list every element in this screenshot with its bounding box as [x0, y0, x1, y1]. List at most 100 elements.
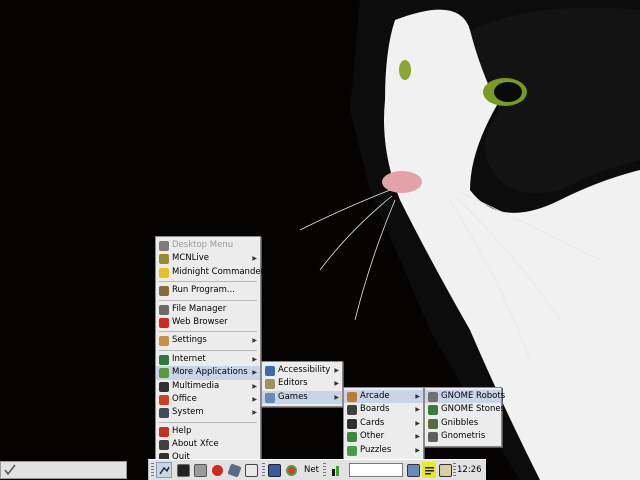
pen-icon: [226, 462, 242, 478]
network-launcher[interactable]: [267, 462, 281, 478]
submenu-arrow-icon: ▶: [252, 255, 257, 263]
menu-separator: [159, 349, 257, 351]
file-manager-icon: [159, 304, 169, 315]
submenu-arrow-icon: ▶: [252, 355, 257, 363]
desktop-menu-item-mcnlive[interactable]: MCNLive ▶: [156, 252, 260, 265]
web-browser-launcher[interactable]: [210, 462, 224, 478]
desktop-menu-item-settings[interactable]: Settings ▶: [156, 334, 260, 347]
arcade-item-gnometris[interactable]: Gnometris: [425, 430, 501, 443]
submenu-arrow-icon: ▶: [252, 409, 257, 417]
globe-icon: [159, 354, 169, 365]
games-item-boards[interactable]: Boards ▶: [344, 403, 423, 416]
menu-item-label: GNOME Stones: [441, 404, 506, 415]
desktop-menu-item-more-applications[interactable]: More Applications ▶: [156, 366, 260, 380]
remote-launcher[interactable]: [284, 462, 298, 478]
menu-item-label: MCNLive: [172, 253, 209, 264]
menu-separator: [159, 421, 257, 423]
games-item-other[interactable]: Other ▶: [344, 430, 423, 443]
command-entry-input[interactable]: [349, 463, 403, 477]
panel-separator: [262, 463, 265, 477]
games-icon: [265, 392, 275, 403]
menu-item-label: Midnight Commander: [172, 266, 265, 277]
desktop-menu-item-system[interactable]: System ▶: [156, 406, 260, 419]
arcade-item-gnome-robots[interactable]: GNOME Robots: [425, 390, 505, 404]
arcade-submenu: GNOME Robots GNOME Stones Gnibbles Gnometri…: [424, 387, 505, 447]
games-item-puzzles[interactable]: Puzzles ▶: [344, 444, 423, 457]
opera-icon: [211, 464, 223, 476]
clipboard-button[interactable]: [438, 462, 452, 478]
desktop-menu-item-multimedia[interactable]: Multimedia ▶: [156, 380, 260, 393]
other-icon: [347, 432, 357, 443]
notes-icon: [424, 466, 434, 474]
web-browser-icon: [159, 317, 169, 328]
desktop-wallpaper: [0, 0, 640, 480]
xfce-menu-button[interactable]: [156, 462, 172, 478]
run-icon: [159, 286, 169, 297]
arcade-item-gnome-stones[interactable]: GNOME Stones: [425, 403, 505, 416]
desktop-menu-item-internet[interactable]: Internet ▶: [156, 353, 260, 366]
panel-separator: [453, 463, 456, 477]
leaf-icon: [159, 254, 169, 265]
desktop-menu-item-office[interactable]: Office ▶: [156, 393, 260, 406]
mail-icon: [406, 463, 420, 477]
menu-separator: [159, 331, 257, 333]
desktop-menu-item-help[interactable]: Help: [156, 425, 260, 438]
desktop-menu-item-run-program[interactable]: Run Program...: [156, 284, 260, 297]
submenu-arrow-icon: ▶: [415, 419, 420, 427]
menu-item-label: Run Program...: [172, 285, 235, 296]
submenu-arrow-icon: ▶: [252, 382, 257, 390]
arcade-item-gnibbles[interactable]: Gnibbles: [425, 417, 501, 430]
submenu-arrow-icon: ▶: [334, 380, 339, 388]
more-apps-item-editors[interactable]: Editors ▶: [262, 377, 342, 390]
left-panel: [0, 461, 127, 479]
panel-grip-handle[interactable]: [151, 463, 154, 477]
menu-item-label: Accessibility: [278, 365, 331, 375]
desktop-menu-item-web-browser[interactable]: Web Browser: [156, 316, 260, 329]
multimedia-icon: [159, 381, 169, 392]
menu-item-label: Gnometris: [441, 431, 486, 442]
editor-launcher[interactable]: [226, 462, 242, 478]
games-item-arcade[interactable]: Arcade ▶: [344, 390, 423, 404]
about-icon: [159, 440, 169, 451]
more-apps-item-games[interactable]: Games ▶: [262, 390, 342, 405]
more-applications-submenu: Accessibility ▶ Editors ▶ Games ▶: [261, 361, 343, 408]
editors-icon: [265, 379, 275, 390]
desktop-menu-item-about-xfce[interactable]: About Xfce: [156, 438, 260, 451]
desktop-menu-item-file-manager[interactable]: File Manager: [156, 303, 260, 316]
submenu-arrow-icon: ▶: [252, 369, 257, 377]
clock[interactable]: 12:26: [457, 463, 482, 478]
menu-item-label: Settings: [172, 335, 207, 346]
games-item-cards[interactable]: Cards ▶: [344, 417, 423, 430]
cards-icon: [347, 418, 357, 429]
show-desktop-button[interactable]: [4, 464, 16, 476]
notes-button[interactable]: [422, 462, 436, 478]
menu-item-label: Desktop Menu: [172, 240, 234, 250]
submenu-arrow-icon: ▶: [334, 393, 339, 401]
smiley-icon: [159, 267, 169, 278]
menu-item-label: Boards: [360, 404, 390, 415]
more-apps-item-accessibility[interactable]: Accessibility ▶: [262, 364, 342, 377]
file-manager-launcher[interactable]: [193, 462, 207, 478]
menu-separator: [159, 281, 257, 283]
submenu-arrow-icon: ▶: [415, 406, 420, 414]
accessibility-icon: [265, 366, 275, 376]
stones-icon: [428, 405, 438, 416]
terminal-launcher[interactable]: [176, 462, 190, 478]
net-monitor-label: Net: [304, 465, 319, 475]
puzzles-icon: [347, 445, 357, 456]
utility-launcher[interactable]: [244, 462, 258, 478]
document-icon: [244, 463, 258, 477]
main-panel: Net 12:26: [148, 459, 486, 480]
menu-item-label: Other: [360, 431, 385, 442]
desktop-menu-item-desktop-menu: Desktop Menu: [156, 239, 260, 252]
submenu-arrow-icon: ▶: [334, 367, 339, 374]
mouse-icon: [158, 466, 170, 474]
checkmark-icon: [4, 464, 16, 476]
games-submenu: Arcade ▶ Boards ▶ Cards ▶ Other ▶ Puzzles ▶: [343, 387, 424, 460]
menu-item-label: Arcade: [360, 391, 390, 401]
menu-item-label: More Applications: [172, 367, 248, 378]
desktop-menu-item-midnight-commander[interactable]: Midnight Commander: [156, 266, 264, 279]
mail-checker[interactable]: [406, 462, 420, 478]
system-icon: [159, 408, 169, 419]
boards-icon: [347, 405, 357, 416]
